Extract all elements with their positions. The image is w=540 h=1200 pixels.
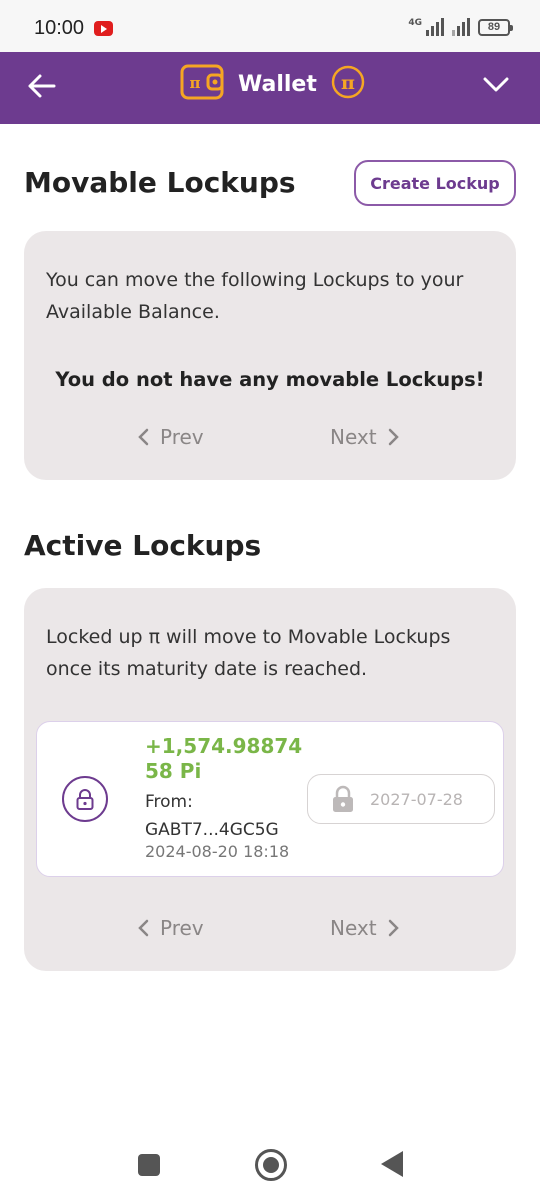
active-description: Locked up π will move to Movable Lockups…: [46, 626, 451, 680]
lockup-from-label: From:: [145, 792, 193, 812]
lockup-created-date: 2024-08-20 18:18: [145, 842, 290, 861]
back-arrow-icon[interactable]: [24, 68, 60, 104]
active-lockups-title: Active Lockups: [24, 529, 262, 562]
movable-prev-button[interactable]: Prev: [136, 425, 204, 449]
pi-coin-icon: π: [331, 65, 365, 103]
signal-icon: [426, 18, 444, 36]
lockup-amount: +1,574.9887458 Pi: [145, 734, 303, 783]
status-icons: 4G 89: [408, 18, 513, 36]
active-lockups-card: Locked up π will move to Movable Lockups…: [24, 588, 516, 971]
lock-gray-icon: [333, 785, 353, 812]
lockup-unlock-date: 2027-07-28: [370, 789, 463, 809]
status-bar: 10:00 4G 89: [0, 0, 540, 52]
lockup-from-address: GABT7...4GC5G: [145, 820, 279, 840]
lockup-unlock-date-button[interactable]: 2027-07-28: [307, 774, 495, 824]
prev-label: Prev: [160, 425, 204, 449]
home-icon[interactable]: [255, 1149, 287, 1181]
svg-text:π: π: [341, 72, 355, 94]
chevron-right-icon: [388, 919, 399, 937]
movable-empty-message: You do not have any movable Lockups!: [55, 368, 485, 391]
chevron-left-icon: [138, 919, 149, 937]
next-label: Next: [330, 916, 377, 940]
lockup-from: From: GABT7...4GC5G: [145, 788, 279, 844]
active-pager: Prev Next: [24, 916, 516, 946]
svg-text:π: π: [190, 74, 201, 92]
chevron-left-icon: [138, 428, 149, 446]
lockup-row[interactable]: +1,574.9887458 Pi From: GABT7...4GC5G 20…: [36, 721, 504, 877]
chevron-down-icon[interactable]: [480, 68, 512, 100]
active-next-button[interactable]: Next: [330, 916, 401, 940]
wallet-icon: π: [180, 63, 224, 105]
chevron-right-icon: [388, 428, 399, 446]
next-label: Next: [330, 425, 377, 449]
movable-lockups-title: Movable Lockups: [24, 166, 296, 199]
signal-icon-2: [452, 18, 470, 36]
movable-lockups-card: You can move the following Lockups to yo…: [24, 231, 516, 480]
system-nav-bar: [0, 1130, 540, 1200]
header-title-group: π Wallet π: [180, 62, 365, 106]
app-header: π Wallet π: [0, 52, 540, 124]
movable-next-button[interactable]: Next: [330, 425, 401, 449]
lock-icon: [62, 776, 108, 822]
network-type: 4G: [408, 18, 422, 28]
movable-pager: Prev Next: [24, 425, 516, 455]
youtube-notification-icon: [94, 21, 113, 36]
active-prev-button[interactable]: Prev: [136, 916, 204, 940]
back-triangle-icon[interactable]: [381, 1151, 403, 1177]
status-time: 10:00: [34, 17, 85, 39]
movable-description: You can move the following Lockups to yo…: [46, 269, 464, 323]
create-lockup-button[interactable]: Create Lockup: [354, 160, 516, 206]
header-title: Wallet: [238, 71, 317, 97]
prev-label: Prev: [160, 916, 204, 940]
recent-apps-icon[interactable]: [138, 1154, 160, 1176]
battery-icon: 89: [478, 19, 513, 36]
